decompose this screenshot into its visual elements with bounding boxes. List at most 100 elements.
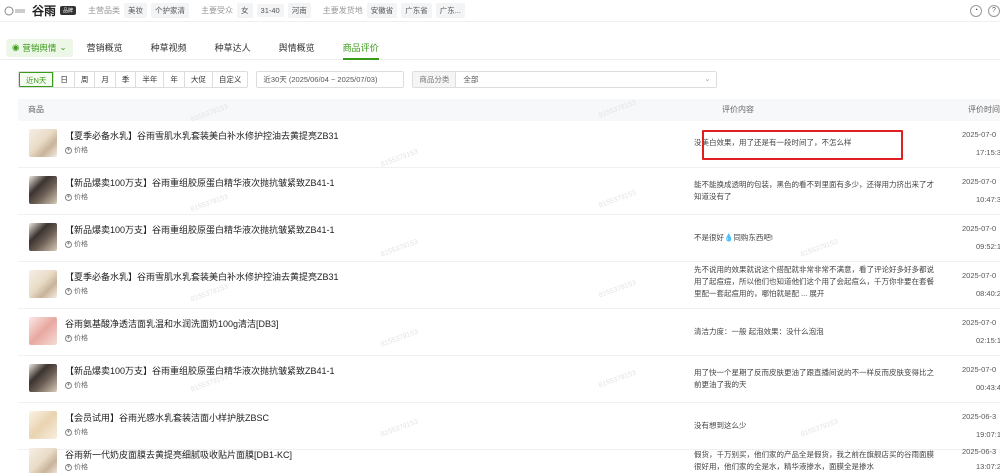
tab-seeding-videos[interactable]: 种草视频 xyxy=(137,36,201,60)
audience-tag: 女 xyxy=(237,3,253,18)
tab-sentiment-overview[interactable]: 舆情概览 xyxy=(265,36,329,60)
price-link[interactable]: ¥ 价格 xyxy=(65,380,88,390)
shipping-tag[interactable]: 广东... xyxy=(435,3,465,18)
period-option[interactable]: 大促 xyxy=(183,72,212,87)
price-link[interactable]: ¥ 价格 xyxy=(65,333,88,343)
price-label: 价格 xyxy=(74,241,88,248)
product-title[interactable]: 【会员试用】谷雨光感水乳套装洁面小样护肤ZBSC xyxy=(65,411,269,424)
main-category-label: 主营品类 xyxy=(88,6,121,15)
product-thumbnail[interactable] xyxy=(29,270,57,298)
review-time: 17:15:3 xyxy=(976,148,1000,157)
product-title[interactable]: 【新品爆卖100万支】谷雨重组胶原蛋白精华液次抛抗皱紧致ZB41-1 xyxy=(65,364,335,377)
date-range-picker[interactable]: 近30天 (2025/06/04 ~ 2025/07/03) xyxy=(256,71,405,88)
price-link[interactable]: ¥ 价格 xyxy=(65,192,88,202)
price-tag-icon: ¥ xyxy=(65,193,72,201)
product-title[interactable]: 谷雨氨基酸净透洁面乳温和水润洗面奶100g清洁[DB3] xyxy=(65,317,279,330)
price-label: 价格 xyxy=(74,335,88,342)
product-title[interactable]: 【新品爆卖100万支】谷雨重组胶原蛋白精华液次抛抗皱紧致ZB41-1 xyxy=(65,176,335,189)
product-title[interactable]: 谷雨新一代奶皮面膜去黄提亮细腻吸收贴片面膜[DB1-KC] xyxy=(65,448,292,461)
price-link[interactable]: ¥ 价格 xyxy=(65,286,88,296)
brand-bar: 谷雨 品牌 主营品类 美妆 个护家清 主要受众 女 31-40 河南 主要发货地… xyxy=(0,0,1000,22)
price-tag-icon: ¥ xyxy=(65,463,72,471)
table-row: 【夏季必备水乳】谷雨雪肌水乳套装美白补水修护控油去黄提亮ZB31 ¥ 价格 先不说… xyxy=(18,262,1000,309)
product-title[interactable]: 【夏季必备水乳】谷雨雪肌水乳套装美白补水修护控油去黄提亮ZB31 xyxy=(65,270,339,283)
review-date: 2025-07-0 xyxy=(962,224,997,233)
review-date: 2025-07-0 xyxy=(962,365,997,374)
product-thumbnail[interactable] xyxy=(29,317,57,345)
review-content: 能不能换成透明的包装，黑色的看不到里面有多少，还得用力挤出来了才知道没有了 xyxy=(694,180,934,201)
filter-bar: 近N天 日 周 月 季 半年 年 大促 自定义 近30天 (2025/06/04… xyxy=(18,71,718,88)
dropdown-dot-icon: ◉ xyxy=(12,42,20,52)
table-row: 谷雨氨基酸净透洁面乳温和水润洗面奶100g清洁[DB3] ¥ 价格 清洁力度：一般… xyxy=(18,309,1000,356)
product-title[interactable]: 【夏季必备水乳】谷雨雪肌水乳套装美白补水修护控油去黄提亮ZB31 xyxy=(65,129,339,142)
period-option[interactable]: 半年 xyxy=(135,72,163,87)
tab-product-reviews[interactable]: 商品评价 xyxy=(329,36,393,60)
product-title[interactable]: 【新品爆卖100万支】谷雨重组胶原蛋白精华液次抛抗皱紧致ZB41-1 xyxy=(65,223,335,236)
audience-label: 主要受众 xyxy=(201,6,234,15)
product-thumbnail[interactable] xyxy=(29,448,57,473)
review-time: 09:52:1 xyxy=(976,242,1000,251)
price-tag-icon: ¥ xyxy=(65,381,72,389)
category-select[interactable]: 商品分类 全部 ⌄ xyxy=(412,71,718,88)
brand-logo-icon xyxy=(4,6,25,15)
audience-tag: 31-40 xyxy=(256,4,284,17)
marketing-sentiment-dropdown[interactable]: ◉ 营销舆情 ⌄ xyxy=(6,38,73,57)
price-label: 价格 xyxy=(74,382,88,389)
tab-seeding-influencers[interactable]: 种草达人 xyxy=(201,36,265,60)
chevron-down-icon: ⌄ xyxy=(704,76,711,83)
price-link[interactable]: ¥ 价格 xyxy=(65,427,88,437)
product-thumbnail[interactable] xyxy=(29,364,57,392)
column-header-review: 评价内容 xyxy=(722,105,754,114)
chevron-down-icon: ⌄ xyxy=(59,42,67,52)
product-thumbnail[interactable] xyxy=(29,223,57,251)
period-option[interactable]: 月 xyxy=(94,72,115,87)
price-label: 价格 xyxy=(74,288,88,295)
column-header-time[interactable]: 评价时间 xyxy=(968,99,1000,121)
review-content: 用了快一个星期了反而皮肤更油了跟直播间说的不一样反而皮肤变得比之前更油了我的天 xyxy=(694,368,934,389)
price-label: 价格 xyxy=(74,147,88,154)
main-category-tag: 美妆 xyxy=(124,3,148,18)
period-option[interactable]: 周 xyxy=(73,72,95,87)
help-icon[interactable]: ? xyxy=(988,5,1000,17)
brand-logo xyxy=(4,6,28,16)
product-thumbnail[interactable] xyxy=(29,129,57,157)
price-tag-icon: ¥ xyxy=(65,287,72,295)
brand-name: 谷雨 xyxy=(32,4,57,18)
review-date: 2025-07-0 xyxy=(962,130,997,139)
category-value: 全部 xyxy=(463,75,479,84)
review-time: 00:43:4 xyxy=(976,383,1000,392)
table-header: 商品 评价内容 评价时间 xyxy=(18,99,1000,121)
price-label: 价格 xyxy=(74,464,88,471)
shipping-tag: 广东省 xyxy=(401,3,432,18)
period-option[interactable]: 近N天 xyxy=(19,72,54,87)
table-row: 【新品爆卖100万支】谷雨重组胶原蛋白精华液次抛抗皱紧致ZB41-1 ¥ 价格 能… xyxy=(18,168,1000,215)
price-link[interactable]: ¥ 价格 xyxy=(65,145,88,155)
review-content: 不是很好💧同购东西吧! xyxy=(694,233,773,242)
price-label: 价格 xyxy=(74,194,88,201)
review-date: 2025-07-0 xyxy=(962,271,997,280)
period-option[interactable]: 年 xyxy=(163,72,184,87)
review-time: 02:15:1 xyxy=(976,336,1000,345)
table-row: 谷雨新一代奶皮面膜去黄提亮细腻吸收贴片面膜[DB1-KC] ¥ 价格 假货，千万别… xyxy=(18,442,1000,473)
period-option[interactable]: 自定义 xyxy=(211,72,247,87)
tab-marketing-overview[interactable]: 营销概览 xyxy=(73,36,137,60)
price-tag-icon: ¥ xyxy=(65,240,72,248)
price-link[interactable]: ¥ 价格 xyxy=(65,462,88,472)
period-option[interactable]: 季 xyxy=(114,72,136,87)
main-category-tag: 个护家清 xyxy=(151,3,190,18)
review-content[interactable]: 先不说用的效果就说这个搭配就非常非常不满意，看了评论好多好多都说用了起痘痘，所以… xyxy=(694,264,934,308)
period-option[interactable]: 日 xyxy=(53,72,74,87)
review-date: 2025-07-0 xyxy=(962,318,997,327)
price-link[interactable]: ¥ 价格 xyxy=(65,239,88,249)
column-header-product: 商品 xyxy=(28,105,44,114)
review-time: 13:07:2 xyxy=(976,462,1000,471)
brand-badge: 品牌 xyxy=(60,6,77,15)
product-thumbnail[interactable] xyxy=(29,411,57,439)
period-selector: 近N天 日 周 月 季 半年 年 大促 自定义 xyxy=(18,71,249,88)
clock-icon[interactable]: ◔ xyxy=(970,5,982,17)
category-label: 商品分类 xyxy=(413,72,457,87)
product-thumbnail[interactable] xyxy=(29,176,57,204)
review-date: 2025-07-0 xyxy=(962,177,997,186)
review-content: 假货，千万别买，他们家的产品全是假货，我之前在旗舰店买的谷雨面膜很好用，他们家的… xyxy=(694,450,934,471)
price-tag-icon: ¥ xyxy=(65,334,72,342)
